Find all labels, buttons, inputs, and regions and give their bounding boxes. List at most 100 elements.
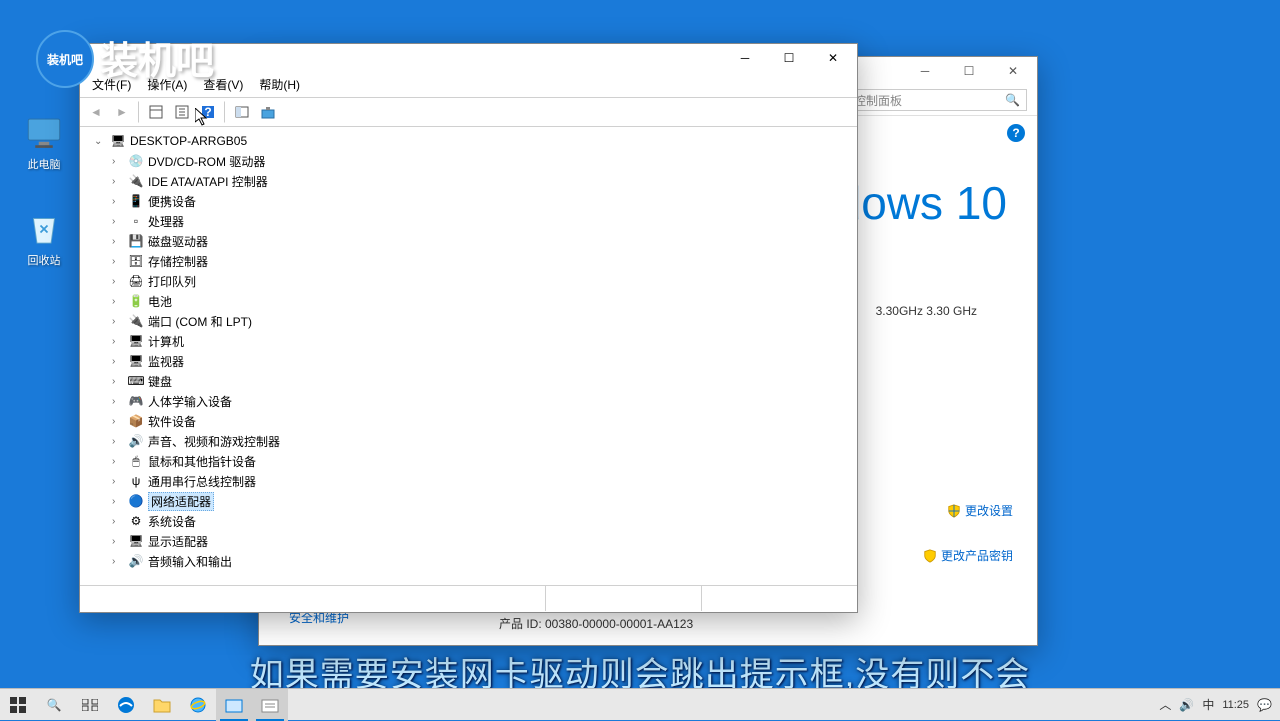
expand-icon[interactable]: › [112, 176, 124, 187]
expand-icon[interactable]: › [112, 296, 124, 307]
tree-category[interactable]: ›ψ通用串行总线控制器 [86, 471, 851, 491]
taskbar-edge[interactable] [108, 689, 144, 721]
expand-icon[interactable]: › [112, 416, 124, 427]
expand-icon[interactable]: › [112, 376, 124, 387]
tree-category[interactable]: ›🖥显示适配器 [86, 531, 851, 551]
tree-category[interactable]: ›🔌IDE ATA/ATAPI 控制器 [86, 171, 851, 191]
minimize-button[interactable]: ─ [903, 58, 947, 84]
category-icon: 🖱 [128, 453, 144, 469]
view-button[interactable] [144, 101, 168, 123]
tree-category[interactable]: ›🔵网络适配器 [86, 491, 851, 511]
forward-button[interactable]: ► [110, 101, 134, 123]
taskbar-app-active[interactable] [216, 689, 252, 721]
system-tray[interactable]: ︿ 🔊 中 11:25 💬 [1151, 696, 1280, 713]
scan-button[interactable] [256, 101, 280, 123]
expand-icon[interactable]: › [112, 196, 124, 207]
close-button[interactable]: ✕ [811, 45, 855, 71]
properties-button[interactable] [170, 101, 194, 123]
tree-category-label: 声音、视频和游戏控制器 [148, 433, 280, 450]
desktop-icon-recycle[interactable]: 回收站 [14, 208, 74, 268]
tree-category[interactable]: ›🔋电池 [86, 291, 851, 311]
tree-category[interactable]: ›🖥监视器 [86, 351, 851, 371]
start-button[interactable] [0, 689, 36, 721]
tray-chevron-icon[interactable]: ︿ [1159, 696, 1171, 713]
tool-button[interactable] [230, 101, 254, 123]
tree-category[interactable]: ›📦软件设备 [86, 411, 851, 431]
status-pane [80, 586, 546, 611]
expand-icon[interactable]: › [112, 556, 124, 567]
change-product-key-link[interactable]: 更改产品密钥 [923, 547, 1013, 564]
tree-category[interactable]: ›📱便携设备 [86, 191, 851, 211]
separator [138, 101, 140, 123]
desktop-icon-this-pc[interactable]: 此电脑 [14, 112, 74, 172]
computer-icon: 🖥 [110, 133, 126, 149]
category-icon: 🔋 [128, 293, 144, 309]
tray-notifications-icon[interactable]: 💬 [1257, 698, 1272, 712]
expand-icon[interactable]: › [112, 456, 124, 467]
tree-root-label: DESKTOP-ARRGB05 [130, 134, 247, 148]
tree-category[interactable]: ›🖨打印队列 [86, 271, 851, 291]
tray-ime-icon[interactable]: 中 [1202, 696, 1214, 713]
category-icon: 🗄 [128, 253, 144, 269]
tree-category[interactable]: ›⌨键盘 [86, 371, 851, 391]
close-button[interactable]: ✕ [991, 58, 1035, 84]
expand-icon[interactable]: › [112, 496, 124, 507]
expand-icon[interactable]: › [112, 536, 124, 547]
cpu-info: 3.30GHz 3.30 GHz [876, 304, 977, 318]
back-button[interactable]: ◄ [84, 101, 108, 123]
expand-icon[interactable]: › [112, 236, 124, 247]
expand-icon[interactable]: › [112, 316, 124, 327]
tray-volume-icon[interactable]: 🔊 [1179, 698, 1194, 712]
tree-category[interactable]: ›🔊音频输入和输出 [86, 551, 851, 571]
collapse-icon[interactable]: ⌄ [94, 136, 106, 147]
taskbar-search[interactable]: 🔍 [36, 689, 72, 721]
expand-icon[interactable]: › [112, 336, 124, 347]
expand-icon[interactable]: › [112, 276, 124, 287]
tree-category[interactable]: ›💿DVD/CD-ROM 驱动器 [86, 151, 851, 171]
help-toolbar-button[interactable]: ? [196, 101, 220, 123]
tree-category[interactable]: ›⚙系统设备 [86, 511, 851, 531]
category-icon: 🔵 [128, 493, 144, 509]
tree-category[interactable]: ›🔌端口 (COM 和 LPT) [86, 311, 851, 331]
change-settings-link[interactable]: 更改设置 [947, 502, 1013, 519]
menu-help[interactable]: 帮助(H) [253, 74, 306, 95]
tree-category[interactable]: › 🗄存储控制器 [86, 251, 851, 271]
tree-category[interactable]: ›🎮人体学输入设备 [86, 391, 851, 411]
expand-icon[interactable]: › [112, 396, 124, 407]
tree-root[interactable]: ⌄ 🖥 DESKTOP-ARRGB05 [86, 131, 851, 151]
taskbar-ie[interactable] [180, 689, 216, 721]
taskbar-clock[interactable]: 11:25 [1222, 699, 1249, 711]
expand-icon[interactable]: › [112, 516, 124, 527]
help-icon[interactable]: ? [1007, 124, 1025, 142]
expand-icon[interactable]: › [112, 476, 124, 487]
tree-category[interactable]: ›🔊声音、视频和游戏控制器 [86, 431, 851, 451]
search-input[interactable]: 控制面板 🔍 [847, 89, 1027, 111]
category-icon: ⚙ [128, 513, 144, 529]
tree-category-label: 鼠标和其他指针设备 [148, 453, 256, 470]
minimize-button[interactable]: ─ [723, 45, 767, 71]
expand-icon[interactable]: › [112, 216, 124, 227]
tree-category-label: 磁盘驱动器 [148, 233, 208, 250]
device-tree[interactable]: ⌄ 🖥 DESKTOP-ARRGB05 ›💿DVD/CD-ROM 驱动器›🔌ID… [80, 127, 857, 585]
category-icon: 📦 [128, 413, 144, 429]
maximize-button[interactable]: ☐ [767, 45, 811, 71]
taskbar-taskview[interactable] [72, 689, 108, 721]
expand-icon[interactable]: › [112, 356, 124, 367]
tree-category-label: 端口 (COM 和 LPT) [148, 313, 252, 330]
tree-category-label: 键盘 [148, 373, 172, 390]
expand-icon[interactable]: › [112, 436, 124, 447]
tree-category[interactable]: ›🖥计算机 [86, 331, 851, 351]
category-icon: 🖨 [128, 273, 144, 289]
maximize-button[interactable]: ☐ [947, 58, 991, 84]
tree-category-label: 存储控制器 [148, 253, 208, 270]
expand-icon[interactable]: › [112, 156, 124, 167]
tree-category[interactable]: › 🖱鼠标和其他指针设备 [86, 451, 851, 471]
status-bar [80, 585, 857, 611]
desktop-icon-label: 回收站 [28, 252, 61, 268]
tree-category[interactable]: ›▫处理器 [86, 211, 851, 231]
tree-category[interactable]: ›💾磁盘驱动器 [86, 231, 851, 251]
category-icon: 🔊 [128, 553, 144, 569]
expand-icon[interactable]: › [112, 256, 124, 267]
taskbar-explorer[interactable] [144, 689, 180, 721]
taskbar-app-active[interactable] [252, 689, 288, 721]
